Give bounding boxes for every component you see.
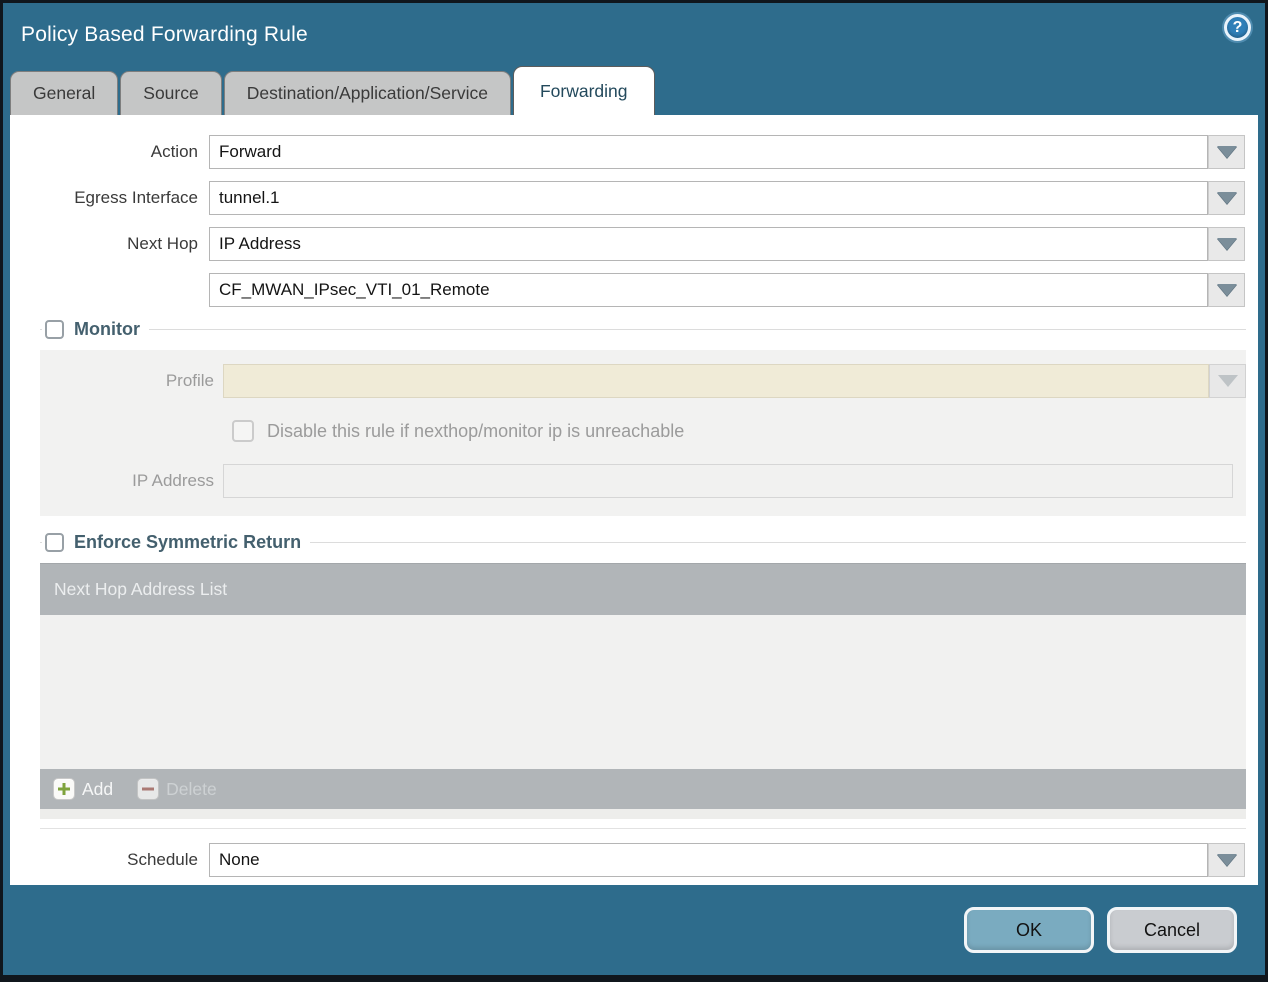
next-hop-address-list-footer: Add Delete bbox=[40, 769, 1246, 809]
action-dropdown-button[interactable] bbox=[1208, 135, 1245, 169]
action-label: Action bbox=[150, 142, 198, 161]
monitor-ip-address-label: IP Address bbox=[132, 471, 214, 490]
next-hop-type-input[interactable] bbox=[209, 227, 1208, 261]
egress-interface-row: Egress Interface bbox=[10, 181, 1245, 215]
delete-button-label: Delete bbox=[166, 778, 217, 799]
profile-row: Profile bbox=[40, 364, 1246, 398]
pbf-rule-dialog: Policy Based Forwarding Rule ? General S… bbox=[0, 0, 1268, 982]
minus-icon bbox=[137, 778, 160, 800]
ok-button[interactable]: OK bbox=[964, 907, 1094, 953]
egress-interface-label: Egress Interface bbox=[74, 188, 198, 207]
tab-destination-label: Destination/Application/Service bbox=[246, 83, 488, 103]
next-hop-address-input[interactable] bbox=[209, 273, 1208, 307]
tab-forwarding-label: Forwarding bbox=[539, 80, 628, 101]
disable-rule-checkbox bbox=[232, 420, 254, 442]
chevron-down-icon bbox=[1216, 284, 1237, 296]
schedule-input[interactable] bbox=[209, 843, 1208, 877]
tab-forwarding[interactable]: Forwarding bbox=[512, 66, 655, 115]
action-row: Action bbox=[10, 135, 1245, 169]
next-hop-address-list-table: Next Hop Address List Add Delete bbox=[40, 563, 1246, 819]
dialog-title: Policy Based Forwarding Rule bbox=[21, 22, 308, 46]
egress-interface-dropdown-button[interactable] bbox=[1208, 181, 1245, 215]
disable-rule-row: Disable this rule if nexthop/monitor ip … bbox=[40, 414, 1246, 448]
monitor-legend: Monitor bbox=[74, 319, 140, 339]
add-button[interactable]: Add bbox=[53, 778, 113, 800]
monitor-ip-address-row: IP Address bbox=[40, 464, 1233, 498]
symmetric-return-legend: Enforce Symmetric Return bbox=[74, 532, 302, 552]
monitor-panel: Profile Disable this rule if nexthop/mon… bbox=[40, 350, 1246, 516]
delete-button: Delete bbox=[137, 778, 217, 800]
tab-source[interactable]: Source bbox=[120, 71, 222, 115]
chevron-down-icon bbox=[1216, 192, 1237, 204]
add-button-label: Add bbox=[82, 778, 114, 799]
symmetric-return-checkbox[interactable] bbox=[45, 533, 64, 552]
cancel-button[interactable]: Cancel bbox=[1107, 907, 1237, 953]
next-hop-label: Next Hop bbox=[127, 234, 198, 253]
help-icon[interactable]: ? bbox=[1224, 14, 1251, 41]
chevron-down-icon bbox=[1216, 146, 1237, 158]
monitor-checkbox[interactable] bbox=[45, 320, 64, 339]
tab-source-label: Source bbox=[143, 83, 199, 103]
action-input[interactable] bbox=[209, 135, 1208, 169]
monitor-fieldset: Monitor Profile Disable this rule if nex… bbox=[40, 319, 1246, 516]
monitor-ip-address-input bbox=[223, 464, 1233, 498]
profile-dropdown-button bbox=[1209, 364, 1246, 398]
schedule-dropdown-button[interactable] bbox=[1208, 843, 1245, 877]
chevron-down-icon bbox=[1216, 238, 1237, 250]
tab-general[interactable]: General bbox=[10, 71, 119, 115]
profile-label: Profile bbox=[165, 371, 214, 390]
dialog-titlebar: Policy Based Forwarding Rule ? bbox=[3, 3, 1265, 66]
profile-input bbox=[223, 364, 1209, 398]
tab-bar: General Source Destination/Application/S… bbox=[3, 66, 1265, 115]
plus-icon bbox=[53, 778, 75, 800]
next-hop-address-list-header: Next Hop Address List bbox=[40, 563, 1246, 615]
next-hop-dropdown-button[interactable] bbox=[1208, 227, 1245, 261]
tab-destination-application-service[interactable]: Destination/Application/Service bbox=[223, 71, 511, 115]
chevron-down-icon bbox=[1216, 854, 1237, 866]
egress-interface-input[interactable] bbox=[209, 181, 1208, 215]
disable-rule-label: Disable this rule if nexthop/monitor ip … bbox=[267, 420, 685, 441]
chevron-down-icon bbox=[1217, 375, 1238, 387]
next-hop-address-dropdown-button[interactable] bbox=[1208, 273, 1245, 307]
dialog-footer: OK Cancel bbox=[3, 885, 1265, 975]
symmetric-return-fieldset: Enforce Symmetric Return Next Hop Addres… bbox=[40, 532, 1246, 829]
next-hop-row: Next Hop bbox=[10, 227, 1245, 261]
tab-general-label: General bbox=[33, 83, 96, 103]
schedule-row: Schedule bbox=[10, 843, 1245, 877]
next-hop-address-list-body[interactable] bbox=[40, 615, 1246, 769]
forwarding-tab-panel: Action Egress Interface Next Hop bbox=[10, 115, 1258, 885]
schedule-label: Schedule bbox=[127, 850, 198, 869]
next-hop-address-row bbox=[10, 273, 1245, 307]
table-bottom-strip bbox=[40, 809, 1246, 819]
